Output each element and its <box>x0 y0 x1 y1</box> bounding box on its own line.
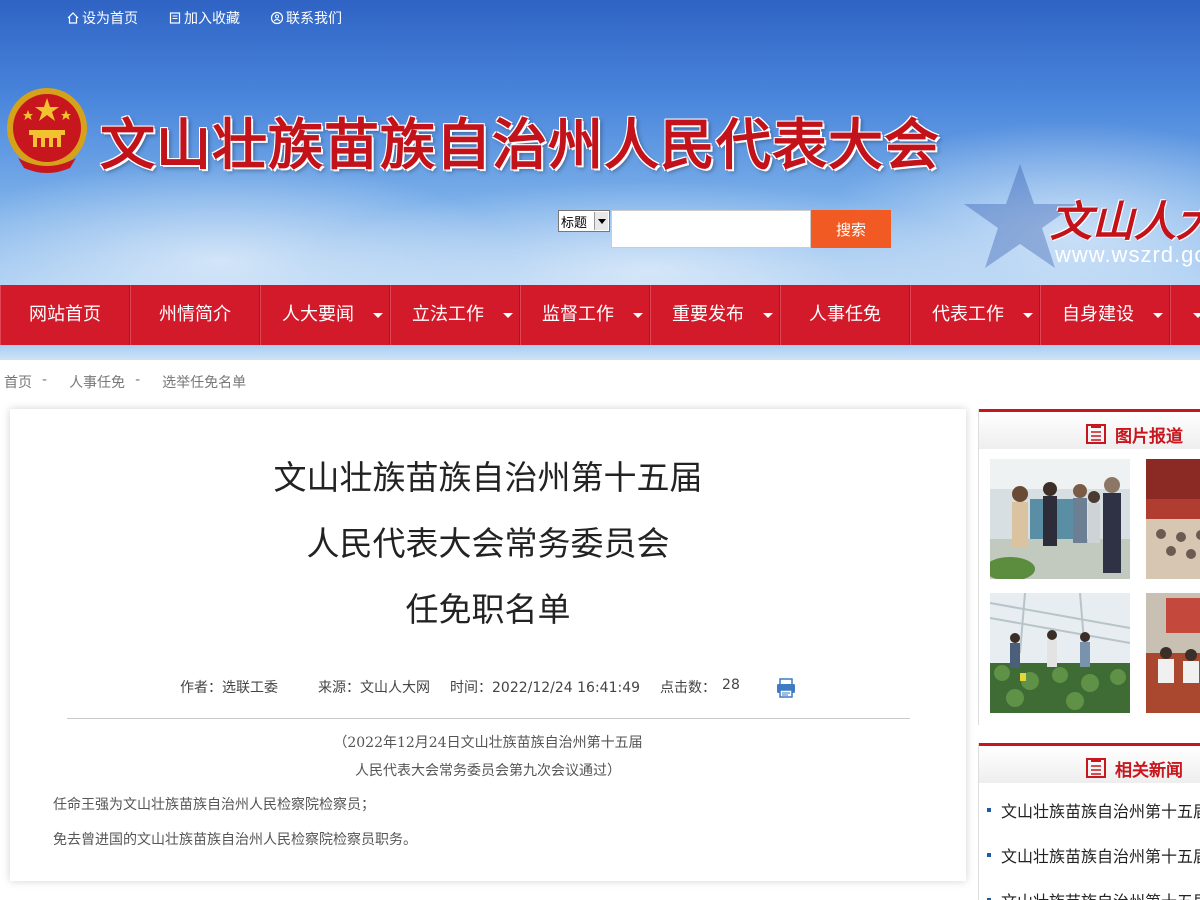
photo-thumbnail[interactable] <box>990 593 1130 713</box>
divider <box>67 718 910 719</box>
home-icon <box>67 12 79 24</box>
nav-item-deputies[interactable]: 代表工作 <box>910 285 1040 345</box>
related-news-link[interactable]: 文山壮族苗族自治州第十五届 <box>1001 802 1200 821</box>
related-news-box: 相关新闻 文山壮族苗族自治州第十五届 文山壮族苗族自治州第十五届 文山壮族苗族自… <box>978 743 1200 900</box>
photo-report-box: 图片报道 <box>978 409 1200 725</box>
document-icon <box>1086 758 1106 778</box>
document-icon <box>1086 424 1106 444</box>
nav-label: 立法工作 <box>412 304 484 325</box>
related-news-link[interactable]: 文山壮族苗族自治州第十五届 <box>1001 892 1200 900</box>
caret-down-icon <box>503 313 513 318</box>
add-favorite-label: 加入收藏 <box>184 11 240 27</box>
nav-item-home[interactable]: 网站首页 <box>0 285 130 345</box>
nav-label: 州情简介 <box>159 304 231 325</box>
related-news-item[interactable]: 文山壮族苗族自治州第十五届 <box>987 843 1200 867</box>
site-title: 文山壮族苗族自治州人民代表大会 <box>100 112 941 177</box>
article-clicks-label: 点击数： <box>660 680 717 696</box>
contact-icon <box>270 11 284 25</box>
caret-down-icon <box>1153 313 1163 318</box>
breadcrumb-appointments[interactable]: 人事任免 <box>69 372 125 392</box>
print-icon[interactable] <box>775 677 797 699</box>
site-url: www.wszrd.gov.cn <box>1055 242 1200 267</box>
article-title: 文山壮族苗族自治州第十五届 人民代表大会常务委员会 任免职名单 <box>10 445 966 643</box>
breadcrumb-separator: - <box>135 372 141 388</box>
related-news-link[interactable]: 文山壮族苗族自治州第十五届 <box>1001 847 1200 866</box>
intro-line: （2022年12月24日文山壮族苗族自治州第十五届 <box>333 735 643 751</box>
body-paragraph: 免去曾进国的文山壮族苗族自治州人民检察院检察员职务。 <box>53 832 417 848</box>
intro-line: 人民代表大会常务委员会第九次会议通过） <box>355 763 621 779</box>
article-source: 来源：文山人大网 <box>318 680 430 696</box>
caret-down-icon <box>1193 313 1200 318</box>
nav-item-legislation[interactable]: 立法工作 <box>390 285 520 345</box>
nav-item-appointments[interactable]: 人事任免 <box>780 285 910 345</box>
photo-report-header: 图片报道 <box>979 409 1200 449</box>
caret-down-icon <box>763 313 773 318</box>
body-paragraph: 任命王强为文山壮族苗族自治州人民检察院检察员； <box>53 797 375 813</box>
photo-thumbnail[interactable] <box>1146 459 1200 579</box>
nav-item-news[interactable]: 人大要闻 <box>260 285 390 345</box>
set-homepage-label: 设为首页 <box>82 11 138 27</box>
nav-shadow <box>0 345 1200 360</box>
related-news-item[interactable]: 文山壮族苗族自治州第十五届 <box>987 888 1200 900</box>
nav-item-supervision[interactable]: 监督工作 <box>520 285 650 345</box>
nav-item-self-building[interactable]: 自身建设 <box>1040 285 1170 345</box>
photo-thumbnail[interactable] <box>990 459 1130 579</box>
related-news-title: 相关新闻 <box>1115 761 1183 781</box>
article-author: 作者：选联工委 <box>180 680 278 696</box>
caret-down-icon <box>373 313 383 318</box>
caret-down-icon <box>633 313 643 318</box>
nav-label: 重要发布 <box>672 304 744 325</box>
photo-thumbnail[interactable] <box>1146 593 1200 713</box>
title-line: 人民代表大会常务委员会 <box>306 524 670 563</box>
title-line: 文山壮族苗族自治州第十五届 <box>273 458 703 497</box>
calligraphy-logo-text: 文山人大 <box>1050 197 1200 246</box>
article-panel: 文山壮族苗族自治州第十五届 人民代表大会常务委员会 任免职名单 作者：选联工委 … <box>10 409 966 881</box>
nav-label: 自身建设 <box>1062 304 1134 325</box>
article-meta: 作者：选联工委 来源：文山人大网 时间：2022/12/24 16:41:49 … <box>180 677 740 697</box>
bullet-icon <box>987 852 991 857</box>
title-line: 任免职名单 <box>405 590 571 629</box>
header-banner: 设为首页 加入收藏 联系我们 文山壮族苗族自治州人民代表大会 文山人 www.w… <box>0 0 1200 285</box>
related-news-header: 相关新闻 <box>979 743 1200 783</box>
search-field-select[interactable]: 标题 <box>558 210 610 232</box>
contact-us-label: 联系我们 <box>286 11 342 27</box>
breadcrumb: 首页 - 人事任免 - 选举任免名单 <box>4 372 246 392</box>
nav-label: 监督工作 <box>542 304 614 325</box>
caret-down-icon <box>1023 313 1033 318</box>
nav-label: 代表工作 <box>932 304 1004 325</box>
national-emblem-icon <box>7 88 87 173</box>
nav-label: 网站首页 <box>29 304 101 325</box>
main-nav: 网站首页 州情简介 人大要闻 立法工作 监督工作 重要发布 人事任免 代表工作 … <box>0 285 1200 345</box>
article-time: 时间：2022/12/24 16:41:49 <box>450 680 641 696</box>
nav-item-overview[interactable]: 州情简介 <box>130 285 260 345</box>
search-button[interactable]: 搜索 <box>811 210 891 248</box>
article-body: （2022年12月24日文山壮族苗族自治州第十五届 人民代表大会常务委员会第九次… <box>10 729 966 858</box>
page: 设为首页 加入收藏 联系我们 文山壮族苗族自治州人民代表大会 文山人 www.w… <box>0 0 1200 900</box>
contact-us-link[interactable]: 联系我们 <box>270 8 342 28</box>
nav-label: 人事任免 <box>809 304 881 325</box>
photo-report-title: 图片报道 <box>1115 427 1183 447</box>
nav-item-releases[interactable]: 重要发布 <box>650 285 780 345</box>
breadcrumb-current[interactable]: 选举任免名单 <box>162 372 246 392</box>
bullet-icon <box>987 807 991 812</box>
chevron-down-icon <box>594 212 608 230</box>
set-homepage-link[interactable]: 设为首页 <box>66 8 138 28</box>
add-favorite-link[interactable]: 加入收藏 <box>168 8 240 28</box>
related-news-item[interactable]: 文山壮族苗族自治州第十五届 <box>987 798 1200 822</box>
breadcrumb-home[interactable]: 首页 <box>4 372 32 392</box>
article-clicks: 28 <box>722 677 740 693</box>
breadcrumb-separator: - <box>42 372 48 388</box>
nav-item-more[interactable] <box>1170 285 1200 345</box>
nav-label: 人大要闻 <box>282 304 354 325</box>
search-input[interactable] <box>611 210 811 248</box>
top-links: 设为首页 加入收藏 联系我们 <box>66 8 342 28</box>
search-select-value: 标题 <box>561 216 588 231</box>
bookmark-icon <box>169 12 181 24</box>
